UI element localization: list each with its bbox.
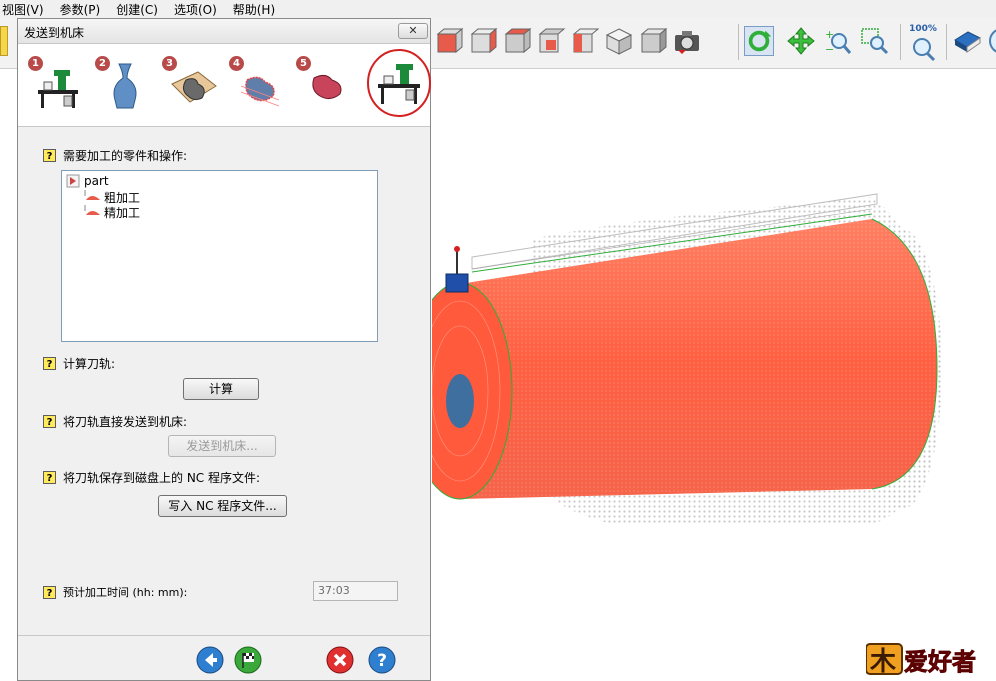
save-label: 将刀轨保存到磁盘上的 NC 程序文件: — [63, 471, 261, 485]
help-icon[interactable]: ? — [43, 585, 56, 599]
help-question-icon[interactable]: ? — [368, 646, 396, 674]
toolbar-separator — [946, 24, 947, 60]
send-to-machine-button[interactable]: 发送到机床... — [168, 435, 276, 457]
menu-options[interactable]: 选项(O) — [174, 1, 217, 18]
brand-logo: 木 爱好者 — [866, 643, 976, 676]
step-2-part[interactable]: 2 — [93, 52, 153, 118]
view-iso-icon[interactable] — [604, 26, 634, 56]
dialog-titlebar[interactable]: 发送到机床 ✕ — [18, 19, 430, 44]
compute-section-header: ? 计算刀轨: — [43, 355, 115, 372]
logo-text: 爱好者 — [904, 648, 976, 676]
zoom-100-label: 100% — [909, 24, 937, 34]
cancel-x-icon[interactable] — [326, 646, 354, 674]
view-front-icon[interactable] — [434, 26, 464, 56]
toolbar-separator — [900, 24, 901, 60]
close-button[interactable]: ✕ — [398, 23, 428, 39]
wizard-steps: 1 2 3 4 5 — [18, 44, 432, 127]
stock-block-icon — [171, 71, 217, 103]
view-left-icon[interactable] — [570, 26, 600, 56]
time-section-header: ? 预计加工时间 (hh: mm): — [43, 584, 187, 600]
parts-section-header: ? 需要加工的零件和操作: — [43, 147, 187, 164]
partial-tool-icon[interactable] — [988, 26, 996, 56]
send-label: 将刀轨直接发送到机床: — [63, 415, 188, 429]
zoom-in-icon[interactable]: +− — [822, 26, 852, 56]
step-5-finishing[interactable]: 5 — [294, 52, 354, 118]
svg-text:−: − — [825, 43, 834, 56]
toolpath-cylinder — [432, 213, 938, 500]
view-box-icon[interactable] — [638, 26, 668, 56]
parts-label: 需要加工的零件和操作: — [63, 149, 188, 163]
tree-item-finishing[interactable]: 精加工 — [104, 204, 140, 221]
svg-text:+: + — [825, 28, 834, 41]
step-3-stock[interactable]: 3 — [160, 52, 220, 118]
svg-text:木: 木 — [869, 647, 896, 676]
zoom-100-button[interactable]: 100% — [906, 24, 940, 64]
help-icon[interactable]: ? — [43, 471, 56, 484]
menu-help[interactable]: 帮助(H) — [233, 1, 275, 18]
toolpath-render[interactable] — [432, 69, 996, 681]
menu-params[interactable]: 参数(P) — [60, 1, 101, 18]
dialog-title: 发送到机床 — [24, 26, 85, 40]
tree-root-part[interactable]: part — [84, 174, 109, 188]
save-section-header: ? 将刀轨保存到磁盘上的 NC 程序文件: — [43, 469, 260, 486]
help-icon[interactable]: ? — [43, 149, 56, 162]
view-top-icon[interactable] — [502, 26, 532, 56]
send-section-header: ? 将刀轨直接发送到机床: — [43, 413, 187, 430]
help-icon[interactable]: ? — [43, 415, 56, 428]
help-icon[interactable]: ? — [43, 357, 56, 370]
zoom-window-icon[interactable] — [860, 26, 890, 56]
step-1-machine[interactable]: 1 — [26, 52, 86, 118]
view-back-icon[interactable] — [468, 26, 498, 56]
send-to-machine-dialog: 发送到机床 ✕ 1 2 3 4 5 ? 需要加工的零件和操作: part 粗加工… — [17, 18, 431, 681]
view-bottom-icon[interactable] — [536, 26, 566, 56]
svg-text:?: ? — [377, 651, 387, 671]
machining-time-field: 37:03 — [313, 581, 398, 601]
time-label: 预计加工时间 (hh: mm): — [63, 586, 188, 599]
rotate-icon[interactable] — [744, 26, 774, 56]
dialog-footer: ? — [18, 635, 430, 681]
send-machine-icon — [378, 64, 420, 104]
roughing-op-icon — [84, 190, 100, 200]
finishing-toolpath-icon — [312, 74, 342, 100]
parts-operations-tree[interactable]: part 粗加工 精加工 — [61, 170, 378, 342]
step-6-send-to-machine[interactable] — [366, 46, 432, 120]
write-nc-file-button[interactable]: 写入 NC 程序文件... — [158, 495, 287, 517]
step-4-roughing[interactable]: 4 — [227, 52, 287, 118]
part-node-icon — [66, 174, 80, 188]
zoom-fit-icon — [913, 38, 936, 62]
camera-snapshot-icon[interactable] — [672, 26, 702, 56]
part-vase-icon — [113, 63, 137, 109]
compute-button[interactable]: 计算 — [183, 378, 259, 400]
finishing-op-icon — [84, 205, 100, 215]
book-help-icon[interactable] — [952, 26, 982, 56]
roughing-toolpath-icon — [240, 76, 280, 107]
cutting-tool — [445, 246, 469, 293]
yellow-tool-icon[interactable] — [0, 26, 8, 56]
menu-view[interactable]: 视图(V) — [2, 1, 44, 18]
3d-viewport[interactable] — [432, 69, 996, 681]
finish-flag-icon[interactable] — [234, 646, 262, 674]
menu-create[interactable]: 创建(C) — [116, 1, 158, 18]
toolbar-separator — [738, 24, 739, 60]
menu-bar: 视图(V) 参数(P) 创建(C) 选项(O) 帮助(H) — [0, 0, 996, 18]
pan-icon[interactable] — [786, 26, 816, 56]
back-arrow-icon[interactable] — [196, 646, 224, 674]
compute-label: 计算刀轨: — [63, 357, 116, 371]
machine-icon — [38, 70, 78, 108]
